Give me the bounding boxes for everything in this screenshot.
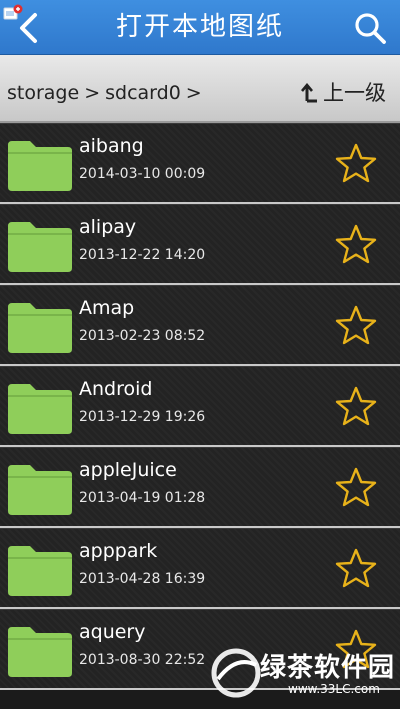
star-icon[interactable] [334,628,378,672]
file-row[interactable]: aibang 2014-03-10 00:09 [0,123,400,204]
search-icon[interactable] [352,10,388,46]
file-name: aquery [79,621,146,643]
file-row[interactable]: aquery 2013-08-30 22:52 [0,609,400,690]
file-name: Android [79,378,153,400]
file-name: alipay [79,216,137,238]
file-row[interactable]: Android 2013-12-29 19:26 [0,366,400,447]
star-icon[interactable] [334,385,378,429]
file-date: 2013-08-30 22:52 [79,652,206,668]
file-name: appleJuice [79,459,177,481]
star-icon[interactable] [334,304,378,348]
up-level-label: 上一级 [323,81,386,105]
folder-icon [8,546,72,596]
file-name: aibang [79,135,144,157]
folder-icon [8,384,72,434]
page-title: 打开本地图纸 [115,12,284,42]
folder-icon [8,303,72,353]
file-name: apppark [79,540,158,562]
file-date: 2013-12-29 19:26 [79,409,206,425]
file-date: 2013-02-23 08:52 [79,328,206,344]
folder-icon [8,465,72,515]
folder-icon [8,222,72,272]
star-icon[interactable] [334,547,378,591]
breadcrumb-storage[interactable]: storage [7,82,79,104]
folder-icon [8,141,72,191]
star-icon[interactable] [334,466,378,510]
path-bar: storage > sdcard0 > 上一级 [0,55,400,123]
file-row[interactable]: Amap 2013-02-23 08:52 [0,285,400,366]
arrow-up-return-icon [301,82,317,103]
breadcrumb: storage > sdcard0 > [7,55,207,121]
breadcrumb-separator: > [84,82,101,104]
file-name: Amap [79,297,135,319]
file-date: 2014-03-10 00:09 [79,166,206,182]
title-bar: 打开本地图纸 [0,0,400,55]
file-date: 2013-12-22 14:20 [79,247,206,263]
file-row[interactable]: alipay 2013-12-22 14:20 [0,204,400,285]
file-row[interactable]: apppark 2013-04-28 16:39 [0,528,400,609]
breadcrumb-sdcard0[interactable]: sdcard0 [105,82,181,104]
file-row[interactable]: appleJuice 2013-04-19 01:28 [0,447,400,528]
file-date: 2013-04-19 01:28 [79,490,206,506]
up-level-button[interactable]: 上一级 [301,55,386,121]
breadcrumb-separator: > [185,82,202,104]
chevron-left-icon [20,13,37,43]
folder-icon [8,627,72,677]
back-button[interactable] [0,0,48,55]
star-icon[interactable] [334,142,378,186]
star-icon[interactable] [334,223,378,267]
file-list: aibang 2014-03-10 00:09 alipay 2013-12-22 1… [0,123,400,690]
file-date: 2013-04-28 16:39 [79,571,206,587]
